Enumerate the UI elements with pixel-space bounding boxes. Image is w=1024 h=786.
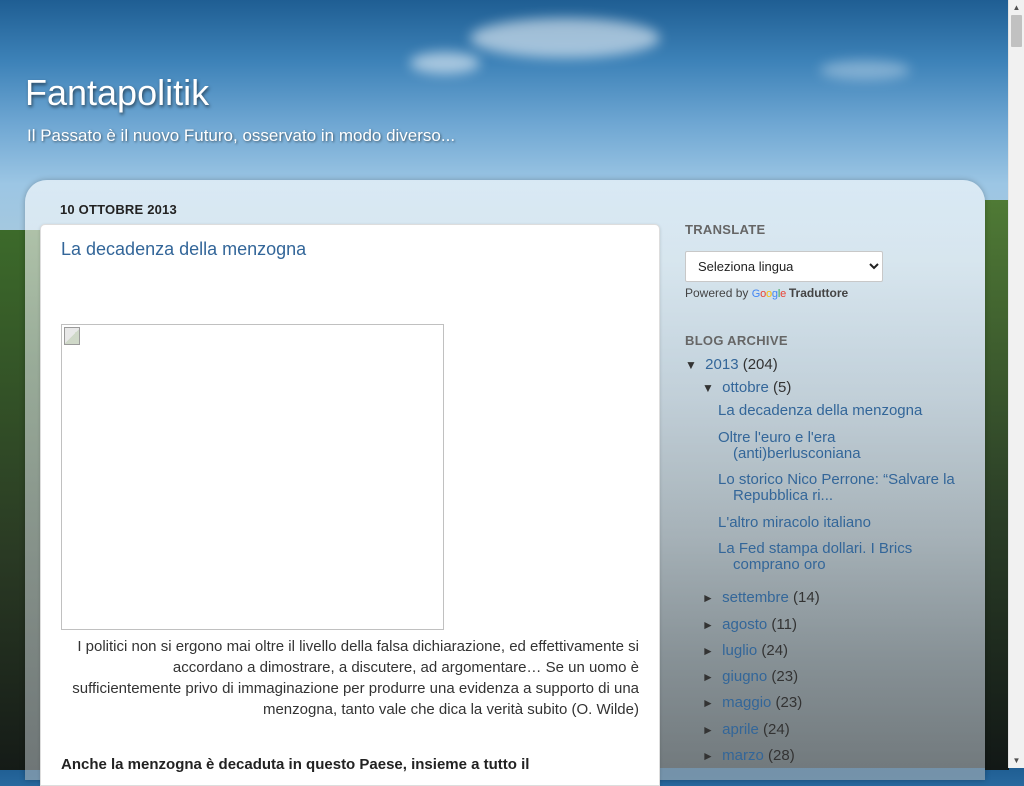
archive-month-ottobre: ▼ ottobre (5) [702,379,791,396]
blog-description: Il Passato è il nuovo Futuro, osservato … [27,126,456,145]
archive-month-count: (24) [763,721,790,738]
archive-post-link[interactable]: L'altro miracolo italiano [718,515,965,531]
translate-widget-title: TRANSLATE [685,222,766,237]
archive-month-settembre: ► settembre (14) [702,589,820,606]
archive-post-link[interactable]: La Fed stampa dollari. I Brics comprano … [718,541,965,573]
blog-header: Fantapolitik Il Passato è il nuovo Futur… [0,0,1008,180]
toggle-expanded-icon[interactable]: ▼ [685,358,701,372]
archive-month-luglio: ► luglio (24) [702,642,788,659]
toggle-collapsed-icon[interactable]: ► [702,749,718,763]
language-select[interactable]: Seleziona lingua [685,251,883,282]
archive-month-link[interactable]: luglio [722,642,757,659]
archive-post-link[interactable]: Oltre l'euro e l'era (anti)berlusconiana [718,430,965,462]
archive-year-count: (204) [742,356,778,373]
archive-post-link[interactable]: Lo storico Nico Perrone: “Salvare la Rep… [718,472,965,504]
powered-by-label: Powered by [685,286,749,300]
archive-month-count: (14) [793,589,820,606]
archive-month-link[interactable]: aprile [722,721,759,738]
archive-year-2013: ▼ 2013 (204) [685,356,778,373]
sidebar: TRANSLATE Seleziona lingua Powered by Go… [685,222,975,764]
archive-month-count: (23) [771,668,799,685]
archive-month-link[interactable]: maggio [722,694,771,711]
toggle-collapsed-icon[interactable]: ► [702,618,718,632]
archive-month-count: (24) [761,642,789,659]
archive-month-link[interactable]: agosto [722,616,767,633]
scrollbar-thumb[interactable] [1011,15,1022,47]
archive-month-link[interactable]: giugno [722,668,767,685]
toggle-expanded-icon[interactable]: ▼ [702,381,718,395]
post-container: La decadenza della menzogna I politici n… [40,224,660,786]
toggle-collapsed-icon[interactable]: ► [702,591,718,605]
broken-image-icon [64,327,80,345]
powered-by-google: Powered by Google Traduttore [685,286,848,300]
post-title[interactable]: La decadenza della menzogna [61,239,306,260]
blog-title[interactable]: Fantapolitik [25,72,209,114]
archive-month-count: (28) [768,747,795,764]
post-quote: I politici non si ergono mai oltre il li… [72,638,639,718]
archive-month-agosto: ► agosto (11) [702,616,797,633]
traduttore-link[interactable]: Traduttore [789,286,848,300]
toggle-collapsed-icon[interactable]: ► [702,723,718,737]
archive-month-link[interactable]: settembre [722,589,789,606]
toggle-collapsed-icon[interactable]: ► [702,670,718,684]
toggle-collapsed-icon[interactable]: ► [702,644,718,658]
background-trees-right [985,200,1009,770]
post-image[interactable] [61,324,444,630]
toggle-collapsed-icon[interactable]: ► [702,696,718,710]
scroll-up-arrow-icon[interactable]: ▲ [1009,0,1024,15]
archive-month-count: (23) [775,694,803,711]
post-date-header: 10 OTTOBRE 2013 [60,202,177,217]
archive-month-marzo: ► marzo (28) [702,747,795,764]
archive-month-link[interactable]: marzo [722,747,764,764]
archive-month-link[interactable]: ottobre [722,379,769,396]
archive-month-giugno: ► giugno (23) [702,668,798,685]
blog-archive-title: BLOG ARCHIVE [685,333,788,348]
archive-post-link[interactable]: La decadenza della menzogna [718,403,965,419]
archive-month-maggio: ► maggio (23) [702,694,802,711]
archive-month-count: (5) [773,379,792,396]
page-scrollbar[interactable]: ▲ ▼ [1008,0,1024,768]
archive-month-count: (11) [771,616,797,633]
scroll-down-arrow-icon[interactable]: ▼ [1009,753,1024,768]
archive-month-aprile: ► aprile (24) [702,721,790,738]
archive-year-link[interactable]: 2013 [705,356,738,373]
post-lead-text: Anche la menzogna è decaduta in questo P… [61,756,530,773]
google-logo[interactable]: Google [752,288,789,300]
